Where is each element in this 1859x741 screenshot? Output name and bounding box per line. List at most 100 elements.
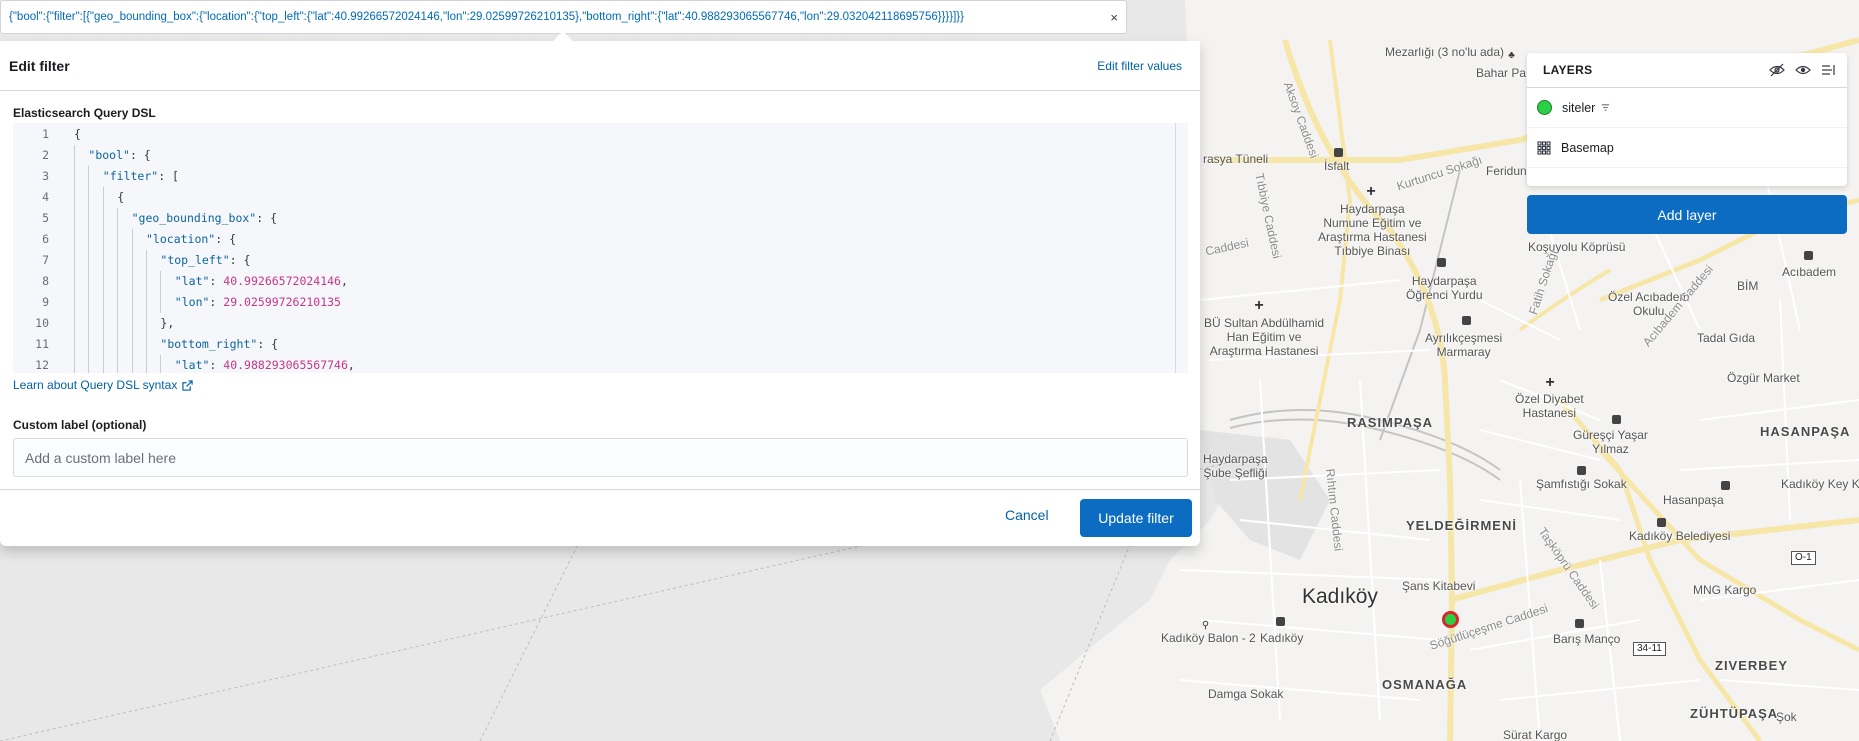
query-dsl-editor[interactable]: 1{2 "bool": {3 "filter": [4{5 "geo_bounding… bbox=[13, 123, 1188, 373]
bus-stop-icon bbox=[1333, 147, 1344, 158]
map-label: Barış Manço bbox=[1553, 632, 1621, 646]
indent-guide bbox=[117, 250, 119, 271]
bus-stop-icon bbox=[1461, 315, 1472, 326]
hide-all-layers-icon[interactable] bbox=[1769, 63, 1785, 77]
learn-link-label: Learn about Query DSL syntax bbox=[13, 378, 178, 392]
code-line: 9 "lon": 29.02599726210135 bbox=[13, 292, 1188, 313]
code-line: 10}, bbox=[13, 313, 1188, 334]
map-label: ZIVERBEY bbox=[1715, 658, 1789, 673]
code-key: "lat" bbox=[174, 274, 210, 288]
code-text: "lat": 40.99266572024146, bbox=[175, 271, 348, 292]
indent-guide bbox=[102, 187, 104, 208]
code-text: }, bbox=[160, 313, 174, 334]
indent-guide bbox=[102, 355, 104, 373]
indent-guide bbox=[74, 334, 75, 355]
code-punctuation: : bbox=[209, 358, 224, 372]
map-label: MNG Kargo bbox=[1693, 583, 1757, 597]
filter-pill-text[interactable]: {"bool":{"filter":[{"geo_bounding_box":{… bbox=[9, 11, 1102, 23]
line-number: 5 bbox=[42, 211, 49, 225]
custom-label-label: Custom label (optional) bbox=[13, 418, 147, 432]
map-label: Haydarpaşa Şube Şefliği bbox=[1203, 452, 1268, 480]
map-label: Şok bbox=[1776, 710, 1797, 724]
layer-item-siteler[interactable]: siteler bbox=[1527, 88, 1847, 128]
edit-filter-values-button[interactable]: Edit filter values bbox=[1097, 59, 1182, 73]
map-label: Kadıköy bbox=[1260, 631, 1304, 645]
code-punctuation: { bbox=[74, 127, 81, 141]
code-text: "lat": 40.988293065567746, bbox=[175, 355, 355, 373]
indent-guide bbox=[88, 208, 90, 229]
hospital-icon: + bbox=[1254, 297, 1264, 314]
indent-guide bbox=[74, 145, 75, 166]
bus-stop-icon bbox=[1720, 480, 1731, 491]
indent-guide bbox=[102, 229, 104, 250]
code-key: "lat" bbox=[174, 358, 210, 372]
code-punctuation: : [ bbox=[158, 169, 179, 183]
layers-title: LAYERS bbox=[1543, 63, 1593, 77]
line-number: 10 bbox=[35, 316, 49, 330]
code-punctuation: , bbox=[347, 358, 355, 372]
indent-guide bbox=[131, 250, 133, 271]
code-key: "location" bbox=[146, 232, 216, 246]
indent-guide bbox=[88, 355, 90, 373]
code-key: "geo_bounding_box" bbox=[131, 211, 257, 225]
layer-item-basemap[interactable]: Basemap bbox=[1527, 128, 1847, 168]
indent-guide bbox=[117, 355, 119, 373]
code-number: 29.02599726210135 bbox=[223, 295, 341, 309]
indent-guide bbox=[102, 292, 104, 313]
map-label: Feridun bbox=[1486, 164, 1527, 178]
code-text: { bbox=[117, 187, 124, 208]
code-punctuation: : { bbox=[129, 148, 151, 162]
indent-guide bbox=[146, 250, 147, 271]
code-punctuation: : { bbox=[257, 337, 279, 351]
map-label: Koşuyolu Köprüsü bbox=[1528, 240, 1626, 254]
external-link-icon bbox=[182, 379, 194, 391]
code-key: "bottom_right" bbox=[160, 337, 258, 351]
indent-guide bbox=[88, 250, 90, 271]
code-line: 12 "lat": 40.988293065567746, bbox=[13, 355, 1188, 373]
indent-guide bbox=[131, 313, 133, 334]
bus-stop-icon bbox=[1436, 257, 1447, 268]
bus-stop-icon bbox=[1576, 465, 1587, 476]
popover-footer: Cancel Update filter bbox=[0, 489, 1200, 546]
map-label: Acıbadem bbox=[1782, 265, 1837, 279]
indent-guide bbox=[131, 334, 133, 355]
indent-guide bbox=[88, 334, 90, 355]
map-label: Kadıköy Belediyesi bbox=[1629, 529, 1731, 543]
indent-guide bbox=[117, 292, 119, 313]
line-number: 2 bbox=[42, 148, 49, 162]
code-text: "bool": { bbox=[88, 145, 150, 166]
custom-label-input[interactable] bbox=[13, 438, 1188, 477]
indent-guide bbox=[146, 355, 147, 373]
popover-header: Edit filter Edit filter values bbox=[0, 41, 1200, 91]
map-label: RASIMPAŞA bbox=[1347, 415, 1434, 430]
siteler-point-marker[interactable] bbox=[1442, 611, 1459, 628]
cancel-button[interactable]: Cancel bbox=[1005, 507, 1049, 523]
indent-guide bbox=[146, 313, 147, 334]
code-punctuation: , bbox=[340, 274, 348, 288]
edit-filter-popover: Edit filter Edit filter values Elasticse… bbox=[0, 41, 1200, 546]
indent-guide bbox=[102, 250, 104, 271]
code-punctuation: : { bbox=[256, 211, 277, 225]
code-key: "lon" bbox=[174, 295, 210, 309]
map-label: Haydarpaşa Öğrenci Yurdu bbox=[1406, 274, 1483, 302]
filter-pill[interactable]: {"bool":{"filter":[{"geo_bounding_box":{… bbox=[0, 0, 1127, 34]
code-line: 6 "location": { bbox=[13, 229, 1188, 250]
query-dsl-label: Elasticsearch Query DSL bbox=[13, 106, 156, 120]
code-line: 7 "top_left": { bbox=[13, 250, 1188, 271]
indent-guide bbox=[102, 334, 104, 355]
show-all-layers-icon[interactable] bbox=[1795, 63, 1811, 77]
indent-guide bbox=[88, 292, 90, 313]
indent-guide bbox=[131, 229, 133, 250]
update-filter-button[interactable]: Update filter bbox=[1080, 499, 1192, 537]
learn-query-dsl-link[interactable]: Learn about Query DSL syntax bbox=[13, 378, 194, 392]
popover-title: Edit filter bbox=[9, 57, 70, 74]
close-icon[interactable]: × bbox=[1110, 10, 1118, 25]
code-text: "lon": 29.02599726210135 bbox=[175, 292, 341, 313]
map-label: HASANPAŞA bbox=[1760, 424, 1851, 439]
bus-stop-icon bbox=[1803, 250, 1814, 261]
map-label: Ayrılıkçeşmesi Marmaray bbox=[1425, 331, 1503, 359]
collapse-panel-icon[interactable] bbox=[1821, 63, 1835, 77]
code-key: "filter" bbox=[102, 169, 159, 183]
layers-actions bbox=[1769, 63, 1835, 77]
add-layer-button[interactable]: Add layer bbox=[1527, 195, 1847, 234]
